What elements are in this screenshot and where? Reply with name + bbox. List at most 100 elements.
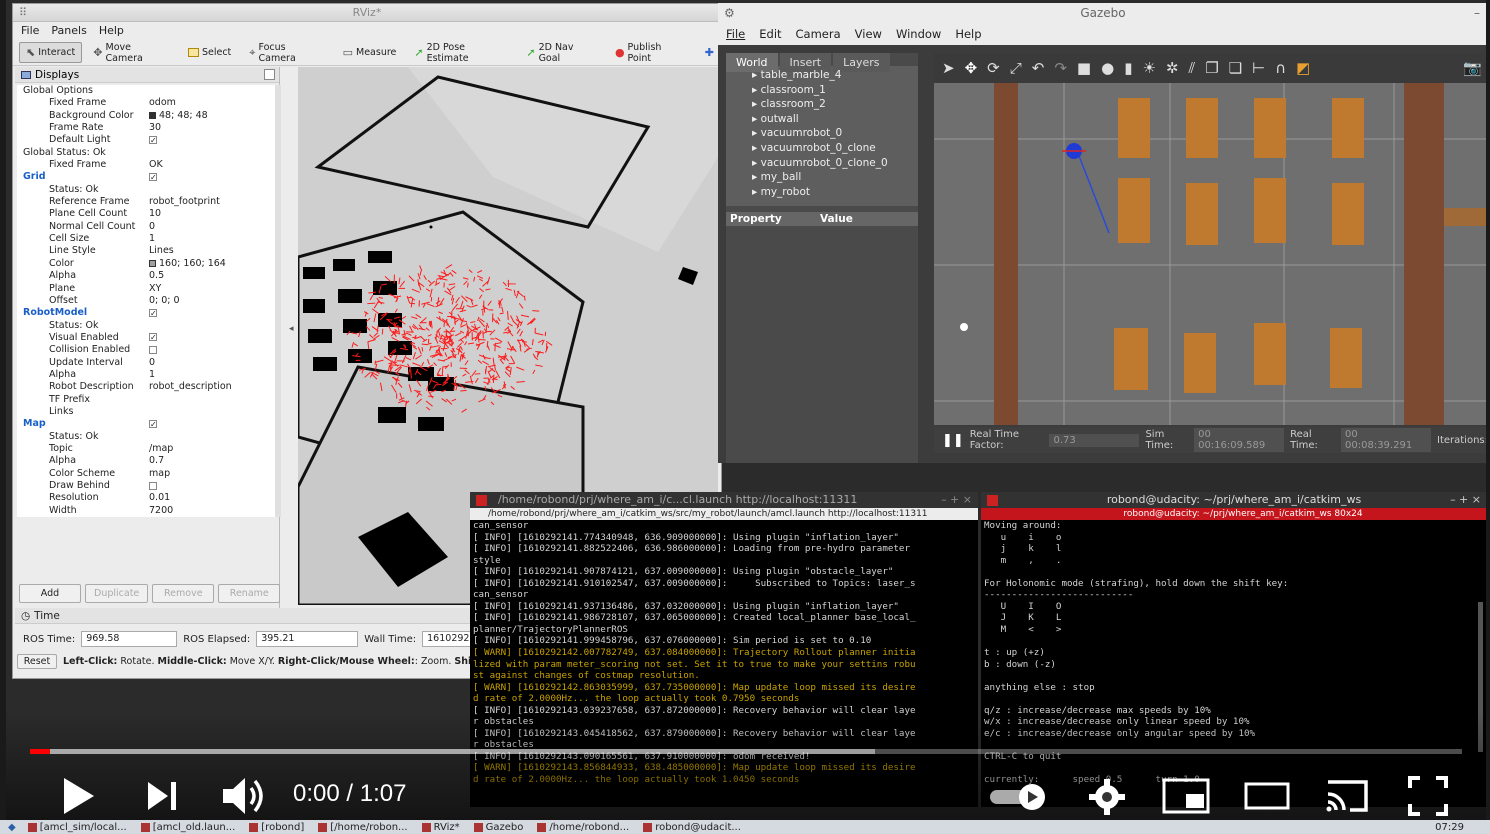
- property-value[interactable]: 1: [149, 233, 275, 245]
- display-tree-row[interactable]: Topic/map: [17, 443, 275, 455]
- progress-bar[interactable]: [30, 749, 1462, 754]
- expand-arrow-icon[interactable]: ▸: [752, 127, 761, 139]
- property-value[interactable]: 30: [149, 122, 275, 134]
- display-tree-row[interactable]: Line Style Lines: [17, 245, 275, 257]
- display-tree-row[interactable]: Fixed Frame OK: [17, 159, 275, 171]
- property-value[interactable]: OK: [149, 159, 275, 171]
- display-tree-row[interactable]: Status: Ok: [17, 320, 275, 332]
- display-tree-row[interactable]: Grid ✓: [17, 171, 275, 183]
- property-value[interactable]: ✓: [149, 307, 275, 319]
- settings-button[interactable]: [1088, 778, 1126, 816]
- display-tree-row[interactable]: Width 7200: [17, 505, 275, 517]
- next-button[interactable]: [148, 782, 178, 810]
- property-value[interactable]: XY: [149, 283, 275, 295]
- taskbar-item[interactable]: [robond]: [249, 822, 304, 833]
- redo-icon[interactable]: ↷: [1054, 59, 1067, 77]
- model-list-item[interactable]: ▸ outwall: [752, 112, 918, 127]
- gazebo-menu-edit[interactable]: Edit: [759, 23, 781, 45]
- taskbar-item[interactable]: [amcl_sim/local...: [27, 822, 127, 833]
- model-list-item[interactable]: ▸ table_marble_4: [752, 68, 918, 83]
- tree-scrollbar[interactable]: [275, 85, 281, 517]
- taskbar-item[interactable]: robond@udacit...: [643, 822, 741, 833]
- expand-arrow-icon[interactable]: ▸: [752, 84, 761, 96]
- gazebo-menu-camera[interactable]: Camera: [796, 23, 841, 45]
- display-tree-row[interactable]: Color Scheme map: [17, 468, 275, 480]
- property-value[interactable]: ✓: [149, 418, 275, 430]
- minimize-icon[interactable]: –: [1474, 3, 1480, 23]
- tool-publish-point[interactable]: ● Publish Point: [608, 38, 694, 68]
- property-value[interactable]: Lines: [149, 245, 275, 257]
- display-tree-row[interactable]: Visual Enabled ✓: [17, 332, 275, 344]
- display-tree-row[interactable]: Draw Behind: [17, 480, 275, 492]
- expand-arrow-icon[interactable]: ▸: [752, 98, 761, 110]
- gazebo-menu-file[interactable]: File: [726, 23, 745, 45]
- box-shape-icon[interactable]: ■: [1077, 59, 1091, 77]
- display-tree-row[interactable]: Alpha 0.5: [17, 270, 275, 282]
- model-list[interactable]: ▸ table_marble_4 ▸ classroom_1 ▸ classroom…: [726, 66, 918, 206]
- property-value[interactable]: 0; 0; 0: [149, 295, 275, 307]
- display-tree-row[interactable]: Cell Size 1: [17, 233, 275, 245]
- spot-light-icon[interactable]: ✲: [1166, 59, 1179, 77]
- miniplayer-button[interactable]: [1162, 778, 1210, 814]
- splitter-handle[interactable]: ◂: [289, 324, 294, 334]
- property-value[interactable]: 48; 48; 48: [149, 110, 275, 122]
- display-tree-row[interactable]: Fixed Frame odom: [17, 97, 275, 109]
- display-tree-row[interactable]: Alpha 1: [17, 369, 275, 381]
- display-tree-row[interactable]: TF Prefix: [17, 394, 275, 406]
- property-value[interactable]: 10: [149, 208, 275, 220]
- display-tree-row[interactable]: Resolution 0.01: [17, 492, 275, 504]
- point-light-icon[interactable]: ☀: [1142, 59, 1155, 77]
- volume-button[interactable]: [223, 776, 267, 816]
- gazebo-menu-window[interactable]: Window: [896, 23, 941, 45]
- tool-move-camera[interactable]: ✥ Move Camera: [86, 38, 177, 68]
- rename-display-button[interactable]: Rename: [218, 584, 281, 603]
- property-value[interactable]: 0.01: [149, 492, 275, 504]
- display-tree-row[interactable]: Status: Ok: [17, 184, 275, 196]
- model-list-item[interactable]: ▸ classroom_1: [752, 83, 918, 98]
- property-value[interactable]: ✓: [149, 171, 275, 183]
- display-tree-row[interactable]: Plane XY: [17, 283, 275, 295]
- expand-arrow-icon[interactable]: ▸: [752, 113, 761, 125]
- property-value[interactable]: robot_description: [149, 381, 275, 393]
- taskbar-item[interactable]: [/home/robon...: [318, 822, 408, 833]
- expand-arrow-icon[interactable]: ▸: [752, 69, 761, 81]
- scale-mode-icon[interactable]: ⤢: [1010, 59, 1022, 77]
- property-value[interactable]: ✓: [149, 134, 275, 146]
- display-tree-row[interactable]: Plane Cell Count 10: [17, 208, 275, 220]
- displays-float-button[interactable]: [264, 69, 275, 80]
- tool-2d-nav-goal[interactable]: ➚ 2D Nav Goal: [519, 38, 604, 68]
- display-tree[interactable]: Global Options Fixed Frame odom Background …: [17, 85, 275, 517]
- tab-layers[interactable]: Layers: [833, 53, 890, 72]
- autoplay-toggle[interactable]: [988, 784, 1048, 810]
- taskbar-item[interactable]: Gazebo: [473, 822, 523, 833]
- expand-arrow-icon[interactable]: ▸: [752, 157, 761, 169]
- ros-time-field[interactable]: 969.58: [81, 631, 178, 647]
- align-icon[interactable]: ⊢: [1252, 59, 1265, 77]
- translate-mode-icon[interactable]: ✥: [965, 59, 978, 77]
- tool-focus-camera[interactable]: ⌖ Focus Camera: [242, 38, 331, 68]
- sphere-shape-icon[interactable]: ●: [1101, 59, 1114, 77]
- taskbar-item[interactable]: [amcl_old.laun...: [140, 822, 235, 833]
- property-value[interactable]: 7200: [149, 505, 275, 517]
- tool-2d-pose-estimate[interactable]: ➚ 2D Pose Estimate: [407, 38, 515, 68]
- window-controls[interactable]: – + ×: [941, 492, 972, 508]
- theater-mode-button[interactable]: [1244, 780, 1290, 812]
- display-tree-row[interactable]: Update Interval 0: [17, 357, 275, 369]
- rviz-menu-file[interactable]: File: [21, 22, 39, 40]
- remove-display-button[interactable]: Remove: [152, 584, 215, 603]
- expand-arrow-icon[interactable]: ▸: [752, 171, 761, 183]
- window-controls[interactable]: – + ×: [1450, 492, 1481, 508]
- directional-light-icon[interactable]: ⫽: [1188, 59, 1195, 77]
- display-tree-row[interactable]: Alpha 0.7: [17, 455, 275, 467]
- property-value[interactable]: /map: [149, 443, 275, 455]
- cast-button[interactable]: [1322, 776, 1372, 816]
- expand-arrow-icon[interactable]: ▸: [752, 186, 761, 198]
- ros-elapsed-field[interactable]: 395.21: [256, 631, 359, 647]
- terminal-tab[interactable]: /home/robond/prj/where_am_i/catkim_ws/sr…: [470, 508, 978, 520]
- property-value[interactable]: 0: [149, 221, 275, 233]
- fullscreen-button[interactable]: [1408, 776, 1448, 816]
- display-tree-row[interactable]: Global Status: Ok: [17, 147, 275, 159]
- model-list-item[interactable]: ▸ my_robot: [752, 185, 918, 200]
- display-tree-row[interactable]: Offset 0; 0; 0: [17, 295, 275, 307]
- display-tree-row[interactable]: Frame Rate 30: [17, 122, 275, 134]
